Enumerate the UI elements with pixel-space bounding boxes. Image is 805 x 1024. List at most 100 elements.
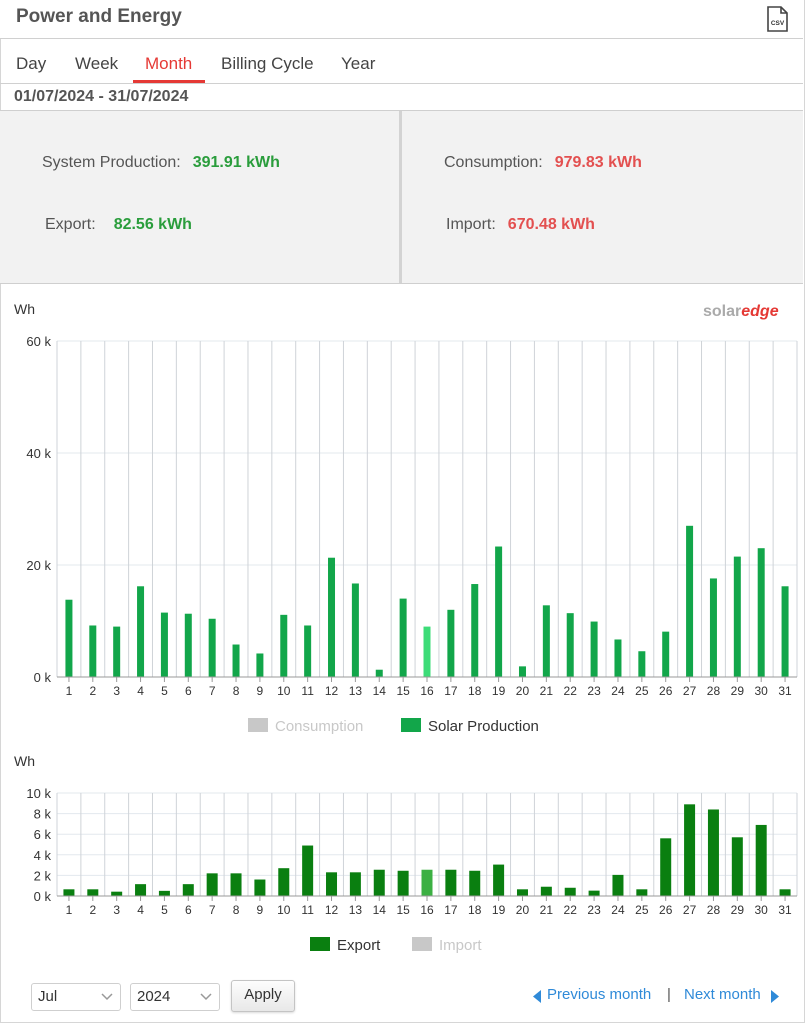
chart-bar[interactable] [375,669,383,677]
legend-solar-production-swatch[interactable] [401,718,421,732]
chart-bar[interactable] [280,614,288,677]
chart-bar[interactable] [447,609,455,677]
svg-text:solaredge: solaredge [703,303,779,320]
previous-month-link[interactable]: Previous month [547,986,651,1003]
chart-bar[interactable] [493,864,505,896]
legend-consumption-label[interactable]: Consumption [275,718,363,735]
y-tick-label: 6 k [34,827,52,842]
chart-bar[interactable] [686,525,694,677]
chart-bar[interactable] [111,891,123,896]
chart-bar[interactable] [566,613,574,677]
y-tick-label: 10 k [26,786,51,801]
tab-year[interactable]: Year [341,54,375,74]
tab-month[interactable]: Month [145,54,192,74]
chart-bar[interactable] [590,621,598,677]
x-tick-label: 24 [611,684,625,698]
chart-bar[interactable] [232,644,240,677]
chart-bar[interactable] [397,870,409,896]
tab-billing-cycle[interactable]: Billing Cycle [221,54,314,74]
chart-bar[interactable] [137,586,145,677]
chart-bar[interactable] [160,612,168,677]
tab-day[interactable]: Day [16,54,46,74]
chart-bar[interactable] [182,884,194,896]
chart-bar[interactable] [779,889,791,896]
chart-bar[interactable] [135,884,147,896]
chart-bar[interactable] [516,889,528,896]
chart-bar[interactable] [158,890,170,896]
x-tick-label: 22 [564,903,578,917]
chart-bar[interactable] [421,869,433,896]
x-tick-label: 19 [492,684,506,698]
chart-bar[interactable] [540,886,552,896]
chart-bar[interactable] [113,626,121,677]
export-chart: Wh 0 k2 k4 k6 k8 k10 k1 2 3 4 5 6 7 8 9 10 11 12 13 1… [14,753,798,954]
chart-bar[interactable] [65,599,73,677]
chart-bar[interactable] [495,546,503,677]
chart-bar[interactable] [471,584,479,677]
chart-bar[interactable] [206,873,218,896]
chart-bar[interactable] [638,651,646,677]
chart-bar[interactable] [733,556,741,677]
chart-bar[interactable] [781,586,789,677]
chart-bar[interactable] [254,879,266,896]
apply-button[interactable]: Apply [231,980,295,1012]
production-chart: Wh solaredge 0 k20 k40 k60 k1 2 3 4 5 6 7 8 9 10 1… [14,301,798,735]
chart-bar[interactable] [328,557,336,677]
x-tick-label: 19 [492,903,506,917]
chart-bar[interactable] [230,873,242,896]
x-tick-label: 28 [707,684,721,698]
x-tick-label: 5 [161,903,168,917]
legend-solar-production-label[interactable]: Solar Production [428,718,539,735]
next-month-link[interactable]: Next month [684,986,761,1003]
chart-bar[interactable] [684,804,696,896]
chart-bar[interactable] [660,838,672,896]
system-production-value: 391.91 kWh [192,154,280,171]
chart-bar[interactable] [423,626,431,677]
chart-bar[interactable] [614,639,622,677]
chart-bar[interactable] [709,578,717,677]
x-tick-label: 17 [444,903,458,917]
legend-export-label[interactable]: Export [337,937,381,954]
legend-export-swatch[interactable] [310,937,330,951]
year-select[interactable]: 2024 [130,983,220,1011]
import-label: Import: [446,216,496,233]
chart-bar[interactable] [445,869,457,896]
chart-bar[interactable] [588,890,600,896]
chart-bar[interactable] [63,889,75,896]
chart-bar[interactable] [518,666,526,677]
chart-bar[interactable] [564,887,576,896]
chart-bar[interactable] [184,613,192,677]
chart-bar[interactable] [349,872,361,896]
chart-bar[interactable] [278,868,290,896]
month-select[interactable]: Jul [31,983,121,1011]
chart-bar[interactable] [304,625,312,677]
x-tick-label: 20 [516,684,530,698]
chart-bar[interactable] [351,583,359,677]
chart-bar[interactable] [731,837,743,896]
chart-bar[interactable] [326,872,338,896]
legend-consumption-swatch[interactable] [248,718,268,732]
chart-bar[interactable] [612,874,624,896]
chart-bar[interactable] [662,631,670,677]
chart-bar[interactable] [302,845,314,896]
chart-bar[interactable] [707,809,719,896]
chart-bar[interactable] [208,618,216,677]
chart-bar[interactable] [89,625,97,677]
chart-bar[interactable] [87,889,99,896]
chart-bar[interactable] [542,605,550,677]
next-arrow-icon[interactable] [770,990,779,1003]
tab-week[interactable]: Week [75,54,118,74]
x-tick-label: 27 [683,903,697,917]
chart-bar[interactable] [256,653,264,677]
legend-import-swatch[interactable] [412,937,432,951]
chart-bar[interactable] [373,869,385,896]
chart-bar[interactable] [469,870,481,896]
chart-bar[interactable] [636,889,648,896]
chart-bar[interactable] [755,824,767,896]
chart-bar[interactable] [399,598,407,677]
legend-import-label[interactable]: Import [439,937,482,954]
csv-export-icon[interactable]: CSV [766,6,788,32]
logo-solar: solar [703,303,741,320]
previous-arrow-icon[interactable] [533,990,542,1003]
chart-bar[interactable] [757,548,765,677]
